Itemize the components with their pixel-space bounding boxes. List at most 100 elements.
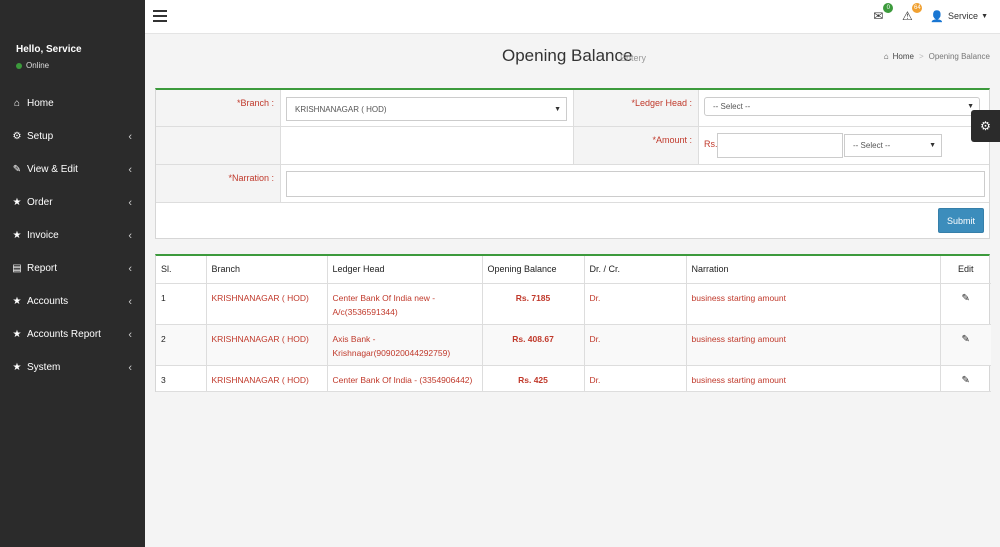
sidebar-item-label: Order: [27, 197, 53, 208]
ledger-head-label: *Ledger Head :: [573, 90, 699, 126]
home-icon: ⌂: [883, 52, 889, 61]
chevron-left-icon: ‹: [128, 328, 132, 341]
breadcrumb-current: Opening Balance: [928, 52, 990, 61]
settings-gear-icon[interactable]: ⚙: [971, 110, 1000, 142]
star-icon: ★: [12, 362, 22, 373]
sidebar-item-accounts-report[interactable]: ★ Accounts Report ‹: [0, 318, 145, 351]
submit-button[interactable]: Submit: [938, 208, 984, 233]
breadcrumb: ⌂ Home > Opening Balance: [884, 52, 990, 61]
cell-edit: ✎: [940, 324, 991, 366]
envelope-icon: ✉: [873, 9, 884, 23]
cell-edit: ✎: [940, 283, 991, 325]
warning-icon: ⚠: [901, 9, 913, 23]
column-header-edit: Edit: [940, 256, 991, 284]
sidebar-item-label: Accounts Report: [27, 329, 101, 340]
narration-input[interactable]: [286, 171, 985, 197]
chevron-down-icon: ▼: [554, 105, 561, 113]
sidebar-item-order[interactable]: ★ Order ‹: [0, 186, 145, 219]
edit-icon[interactable]: ✎: [962, 334, 970, 345]
user-panel: Hello, Service Online: [0, 0, 145, 87]
sidebar-menu: ⌂ Home ⚙ Setup ‹ ✎ View & Edit ‹ ★ Order ‹ ★ Invoice…: [0, 87, 145, 384]
cell-ledger-head: Axis Bank - Krishnagar(909020044292759): [327, 324, 483, 366]
ledger-head-select[interactable]: -- Select -- ▼: [704, 97, 980, 116]
cell-branch: KRISHNANAGAR ( HOD): [206, 365, 328, 392]
star-icon: ★: [12, 230, 22, 241]
breadcrumb-separator-icon: >: [918, 52, 924, 61]
sidebar-item-accounts[interactable]: ★ Accounts ‹: [0, 285, 145, 318]
sidebar-item-home[interactable]: ⌂ Home: [0, 87, 145, 120]
narration-label: *Narration :: [156, 165, 281, 202]
dr-cr-select[interactable]: -- Select -- ▼: [844, 134, 942, 157]
table-row: 2 KRISHNANAGAR ( HOD) Axis Bank - Krishn…: [156, 324, 991, 366]
form-row-amount: *Amount : Rs. -- Select -- ▼: [156, 127, 989, 165]
cell-ledger-head: Center Bank Of India new - A/c(353659134…: [327, 283, 483, 325]
user-menu[interactable]: 👤 Service ▼: [930, 10, 988, 23]
edit-icon[interactable]: ✎: [962, 293, 970, 304]
sidebar-item-setup[interactable]: ⚙ Setup ‹: [0, 120, 145, 153]
breadcrumb-home-label: Home: [892, 52, 914, 61]
star-icon: ★: [12, 197, 22, 208]
branch-label: *Branch :: [156, 90, 281, 126]
edit-icon: ✎: [12, 164, 22, 175]
amount-label: *Amount :: [573, 127, 699, 164]
cell-narration: business starting amount: [686, 365, 941, 392]
cell-opening-balance: Rs. 408.67: [482, 324, 585, 366]
sidebar-item-label: Report: [27, 263, 58, 274]
edit-icon[interactable]: ✎: [962, 375, 970, 386]
sidebar-item-invoice[interactable]: ★ Invoice ‹: [0, 219, 145, 252]
hamburger-menu-icon[interactable]: [153, 10, 167, 25]
cogs-icon: ⚙: [12, 131, 22, 142]
page-subtitle: Entery: [620, 53, 647, 63]
chevron-left-icon: ‹: [128, 163, 132, 176]
cell-opening-balance: Rs. 425: [482, 365, 585, 392]
chevron-left-icon: ‹: [128, 361, 132, 374]
column-header-dr-cr: Dr. / Cr.: [584, 256, 687, 284]
table-row: 3 KRISHNANAGAR ( HOD) Center Bank Of Ind…: [156, 365, 991, 392]
table-row: 1 KRISHNANAGAR ( HOD) Center Bank Of Ind…: [156, 283, 991, 325]
sidebar-item-report[interactable]: ▤ Report ‹: [0, 252, 145, 285]
cell-ledger-head: Center Bank Of India - (3354906442): [327, 365, 483, 392]
sidebar-item-label: System: [27, 362, 61, 373]
cell-branch: KRISHNANAGAR ( HOD): [206, 324, 328, 366]
user-icon: 👤: [930, 10, 945, 23]
ledger-head-select-value: -- Select --: [713, 102, 751, 111]
chevron-down-icon: ▼: [929, 142, 936, 149]
chevron-left-icon: ‹: [128, 130, 132, 143]
chevron-down-icon: ▼: [967, 103, 974, 110]
opening-balance-table: Sl. Branch Ledger Head Opening Balance D…: [155, 254, 991, 392]
column-header-opening-balance: Opening Balance: [482, 256, 585, 284]
mail-notification[interactable]: ✉ 0: [870, 3, 894, 26]
form-row-branch-ledger: *Branch : KRISHNANAGAR ( HOD) ▼ *Ledger …: [156, 90, 989, 127]
empty-cell: [156, 127, 281, 164]
column-header-ledger-head: Ledger Head: [327, 256, 483, 284]
topbar: ✉ 0 ⚠ 64 👤 Service ▼: [145, 0, 1000, 34]
online-dot-icon: [16, 62, 22, 69]
topbar-right: ✉ 0 ⚠ 64 👤 Service ▼: [870, 3, 988, 26]
chevron-left-icon: ‹: [128, 262, 132, 275]
page-title: Opening Balance: [502, 46, 633, 65]
amount-currency-prefix: Rs.: [704, 139, 718, 149]
sidebar-item-view-edit[interactable]: ✎ View & Edit ‹: [0, 153, 145, 186]
sidebar-item-label: Home: [27, 98, 54, 109]
branch-select-value: KRISHNANAGAR ( HOD): [295, 104, 387, 114]
column-header-branch: Branch: [206, 256, 328, 284]
user-menu-label: Service: [948, 11, 979, 21]
file-icon: ▤: [12, 263, 22, 274]
cell-sl: 3: [156, 365, 207, 392]
alert-notification[interactable]: ⚠ 64: [899, 3, 923, 26]
user-greeting: Hello, Service: [16, 44, 82, 55]
alert-count-badge: 64: [912, 3, 923, 13]
sidebar-item-system[interactable]: ★ System ‹: [0, 351, 145, 384]
breadcrumb-home[interactable]: ⌂ Home: [884, 52, 914, 61]
column-header-narration: Narration: [686, 256, 941, 284]
home-icon: ⌂: [13, 98, 21, 109]
star-icon: ★: [12, 329, 22, 340]
amount-input[interactable]: [717, 133, 843, 158]
sidebar-item-label: View & Edit: [27, 164, 78, 175]
cell-sl: 2: [156, 324, 207, 366]
sidebar: Hello, Service Online ⌂ Home ⚙ Setup ‹ ✎ View …: [0, 0, 145, 547]
cell-narration: business starting amount: [686, 283, 941, 325]
user-status: Online: [16, 61, 145, 70]
branch-select[interactable]: KRISHNANAGAR ( HOD) ▼: [286, 97, 567, 121]
table-header-row: Sl. Branch Ledger Head Opening Balance D…: [156, 256, 991, 284]
